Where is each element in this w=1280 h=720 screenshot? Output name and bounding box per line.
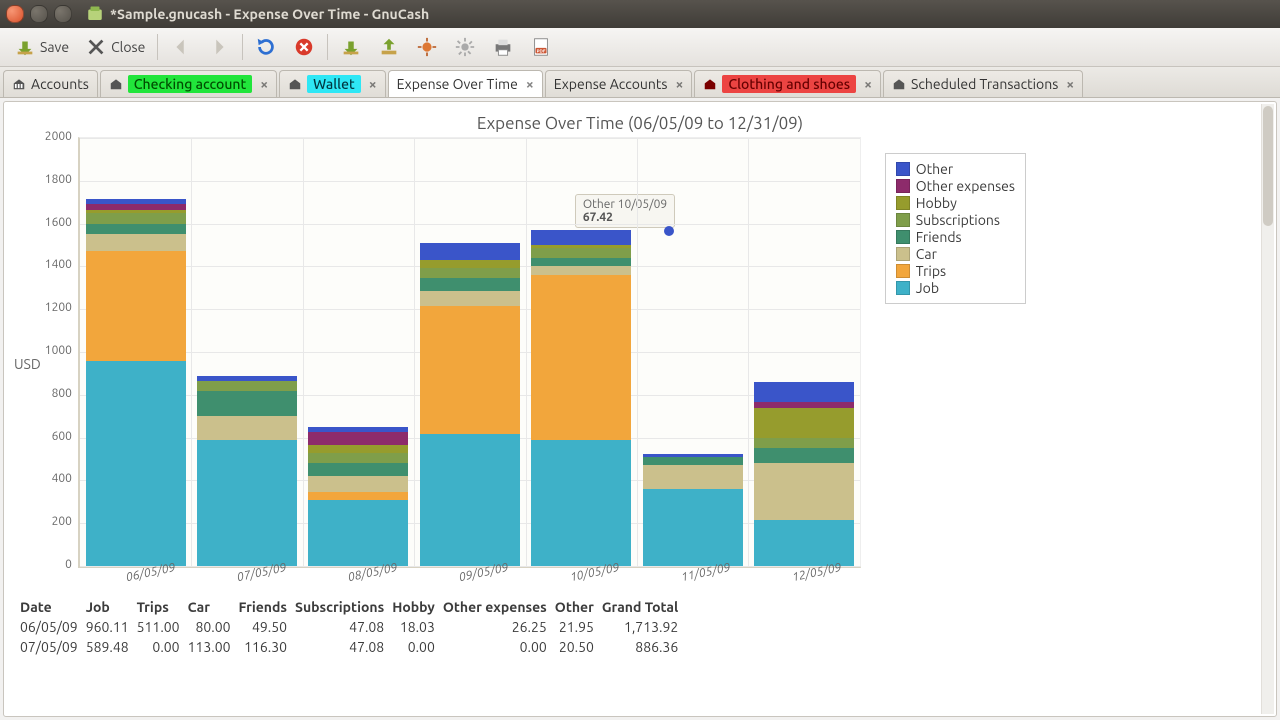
main-toolbar: Save Close PDF <box>0 28 1280 67</box>
col-header: Other expenses <box>443 597 555 617</box>
col-header: Friends <box>239 597 296 617</box>
tab-wallet[interactable]: Wallet × <box>279 70 385 97</box>
export-button[interactable] <box>332 32 370 62</box>
tab-close-icon[interactable]: × <box>526 76 534 92</box>
account-icon <box>288 77 302 91</box>
export-alt-button[interactable] <box>370 32 408 62</box>
table-row: 06/05/09960.11511.0080.0049.5047.0818.03… <box>20 617 686 637</box>
col-header: Subscriptions <box>295 597 392 617</box>
nav-forward-button[interactable] <box>200 32 238 62</box>
chart-plot-area[interactable]: Other 10/05/09 67.42 <box>78 137 861 568</box>
col-header: Other <box>555 597 602 617</box>
bar-07/05/09[interactable] <box>197 376 297 566</box>
pdf-export-button[interactable]: PDF <box>522 32 560 62</box>
col-header: Trips <box>137 597 188 617</box>
bar-09/05/09[interactable] <box>420 243 520 566</box>
col-header: Grand Total <box>602 597 686 617</box>
chart-title: Expense Over Time (06/05/09 to 12/31/09) <box>4 102 1276 137</box>
col-header: Job <box>86 597 137 617</box>
nav-back-button[interactable] <box>162 32 200 62</box>
x-axis-ticks: 06/05/0907/05/0908/05/0909/05/0910/05/09… <box>93 568 873 591</box>
window-close-icon[interactable] <box>6 5 24 23</box>
data-table: DateJobTripsCarFriendsSubscriptionsHobby… <box>20 597 686 657</box>
tab-close-icon[interactable]: × <box>260 76 268 92</box>
document-tabbar: Accounts Checking account × Wallet × Exp… <box>0 67 1280 98</box>
tab-checking[interactable]: Checking account × <box>100 70 277 97</box>
tab-accounts[interactable]: Accounts <box>3 70 98 97</box>
settings-button[interactable] <box>446 32 484 62</box>
stop-button[interactable] <box>285 32 323 62</box>
tab-scheduled[interactable]: Scheduled Transactions × <box>883 70 1083 97</box>
app-icon <box>86 5 104 23</box>
save-button[interactable]: Save <box>6 32 77 62</box>
chart-legend: Other Other expenses Hobby Subscriptions… <box>885 153 1026 304</box>
account-icon <box>109 77 123 91</box>
tab-clothing[interactable]: Clothing and shoes × <box>694 70 881 97</box>
print-button[interactable] <box>484 32 522 62</box>
bar-06/05/09[interactable] <box>86 199 186 566</box>
bar-10/05/09[interactable] <box>531 230 631 566</box>
close-button[interactable]: Close <box>77 32 153 62</box>
reload-button[interactable] <box>247 32 285 62</box>
table-row: 07/05/09589.480.00113.00116.3047.080.000… <box>20 637 686 657</box>
tab-close-icon[interactable]: × <box>864 76 872 92</box>
tab-close-icon[interactable]: × <box>1066 76 1074 92</box>
y-axis-ticks: 0200400600800100012001400160018002000 <box>45 137 78 565</box>
bar-08/05/09[interactable] <box>308 427 408 566</box>
account-icon <box>703 77 717 91</box>
svg-text:PDF: PDF <box>537 49 546 54</box>
window-maximize-icon[interactable] <box>54 5 72 23</box>
tab-expense-accounts[interactable]: Expense Accounts × <box>545 70 693 97</box>
window-titlebar: *Sample.gnucash - Expense Over Time - Gn… <box>0 0 1280 28</box>
window-minimize-icon[interactable] <box>30 5 48 23</box>
account-icon <box>892 77 906 91</box>
tab-close-icon[interactable]: × <box>369 76 377 92</box>
accounts-icon <box>12 77 26 91</box>
window-title: *Sample.gnucash - Expense Over Time - Gn… <box>110 6 429 22</box>
report-content: Expense Over Time (06/05/09 to 12/31/09)… <box>3 101 1277 717</box>
col-header: Hobby <box>392 597 443 617</box>
y-axis-label: USD <box>14 356 41 372</box>
bar-11/05/09[interactable] <box>643 454 743 566</box>
tab-expense-over-time[interactable]: Expense Over Time × <box>388 70 543 97</box>
col-header: Date <box>20 597 86 617</box>
bar-12/05/09[interactable] <box>754 382 854 566</box>
vertical-scrollbar[interactable] <box>1261 104 1274 714</box>
options-button[interactable] <box>408 32 446 62</box>
tab-close-icon[interactable]: × <box>676 76 684 92</box>
chart-hover-marker <box>664 226 674 236</box>
col-header: Car <box>188 597 239 617</box>
